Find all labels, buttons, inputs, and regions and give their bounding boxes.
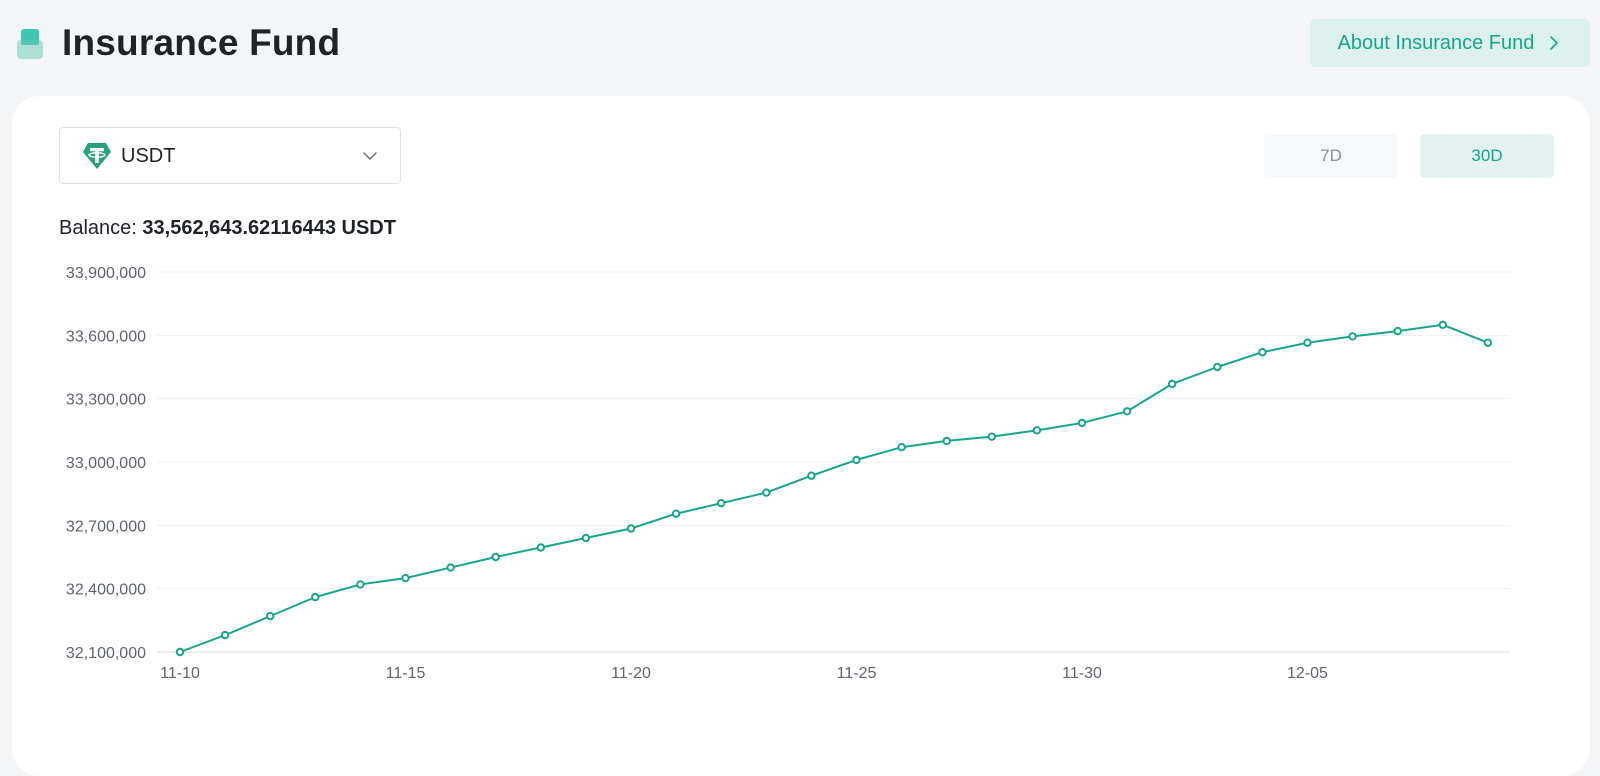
range-tabs: 7D 30D — [1264, 134, 1554, 178]
data-point — [401, 573, 410, 583]
about-insurance-fund-button[interactable]: About Insurance Fund — [1310, 19, 1590, 67]
data-point — [1032, 426, 1042, 435]
insurance-fund-icon — [17, 29, 43, 59]
data-point — [1168, 379, 1177, 389]
selected-coin: USDT — [121, 145, 176, 167]
balance-chart: 33,900,000 33,600,000 33,300,000 33,000,000… — [66, 265, 1510, 682]
data-point — [762, 488, 771, 497]
data-point — [1303, 338, 1312, 347]
y-tick-label: 32,400,000 — [66, 582, 146, 599]
x-tick-label: 11-30 — [1062, 665, 1102, 682]
y-tick-label: 33,600,000 — [66, 328, 146, 345]
tab-7d[interactable]: 7D — [1264, 134, 1398, 178]
y-tick-label: 32,700,000 — [66, 518, 146, 535]
data-point — [446, 563, 455, 572]
x-tick-label: 11-10 — [160, 665, 200, 682]
fund-card: USDT 7D 30D Balance: 33,562,643.62116443… — [12, 96, 1590, 776]
chevron-down-icon — [363, 152, 377, 160]
page-header: Insurance Fund About Insurance Fund — [0, 0, 1600, 90]
about-button-label: About Insurance Fund — [1337, 31, 1535, 54]
x-tick-label: 11-25 — [837, 665, 877, 682]
coin-select[interactable]: USDT — [59, 127, 401, 184]
data-point — [356, 580, 365, 589]
data-point — [536, 543, 545, 552]
data-point — [1348, 332, 1357, 341]
page-title: Insurance Fund — [62, 22, 341, 63]
x-tick-label: 11-15 — [386, 665, 426, 682]
data-point — [626, 524, 636, 533]
tab-30d[interactable]: 30D — [1420, 134, 1554, 178]
y-tick-label: 33,300,000 — [66, 392, 146, 409]
data-point — [852, 455, 861, 465]
tether-icon — [83, 143, 111, 169]
data-point — [1213, 362, 1222, 372]
y-tick-label: 33,000,000 — [66, 455, 146, 472]
data-point — [942, 436, 951, 446]
balance: Balance: 33,562,643.62116443 USDT — [59, 216, 396, 240]
y-tick-label: 32,100,000 — [66, 645, 146, 662]
data-point — [1483, 338, 1493, 347]
data-point — [220, 630, 230, 640]
balance-unit: USDT — [341, 217, 396, 239]
data-point — [671, 509, 681, 518]
data-point — [987, 432, 996, 441]
data-point — [897, 443, 906, 452]
data-point — [1258, 348, 1267, 357]
data-point — [581, 533, 591, 543]
data-point — [175, 647, 185, 657]
chevron-right-icon — [1550, 36, 1559, 50]
data-point — [1077, 418, 1087, 428]
data-point — [266, 611, 275, 621]
data-point — [311, 592, 320, 602]
x-tick-label: 11-20 — [611, 665, 651, 682]
data-point — [1438, 320, 1448, 329]
data-point — [1122, 407, 1132, 416]
data-point — [491, 552, 500, 562]
data-point — [807, 471, 816, 480]
y-tick-label: 33,900,000 — [66, 265, 146, 282]
series-line — [179, 323, 1489, 653]
balance-value: 33,562,643.62116443 — [142, 217, 336, 239]
x-tick-label: 12-05 — [1287, 665, 1328, 682]
data-point — [1393, 326, 1402, 336]
balance-label: Balance: — [59, 217, 137, 239]
data-point — [717, 498, 726, 508]
